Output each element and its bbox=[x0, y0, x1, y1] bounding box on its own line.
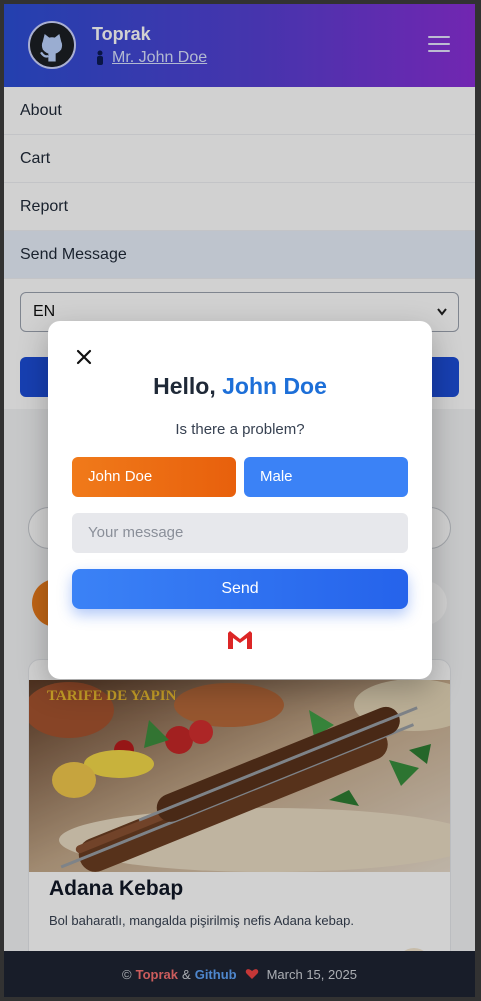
name-field[interactable]: John Doe bbox=[72, 457, 236, 497]
send-button[interactable]: Send bbox=[72, 569, 408, 609]
modal-subtitle: Is there a problem? bbox=[175, 421, 305, 438]
gender-field[interactable]: Male bbox=[244, 457, 408, 497]
message-modal: Hello, John Doe Is there a problem? John… bbox=[48, 321, 432, 679]
message-input[interactable]: Your message bbox=[72, 513, 408, 553]
modal-title: Hello, John Doe bbox=[48, 373, 432, 400]
modal-user-name: John Doe bbox=[222, 373, 327, 399]
modal-greeting: Hello, bbox=[153, 373, 216, 399]
close-icon[interactable] bbox=[74, 347, 94, 367]
gmail-icon[interactable] bbox=[226, 629, 254, 651]
